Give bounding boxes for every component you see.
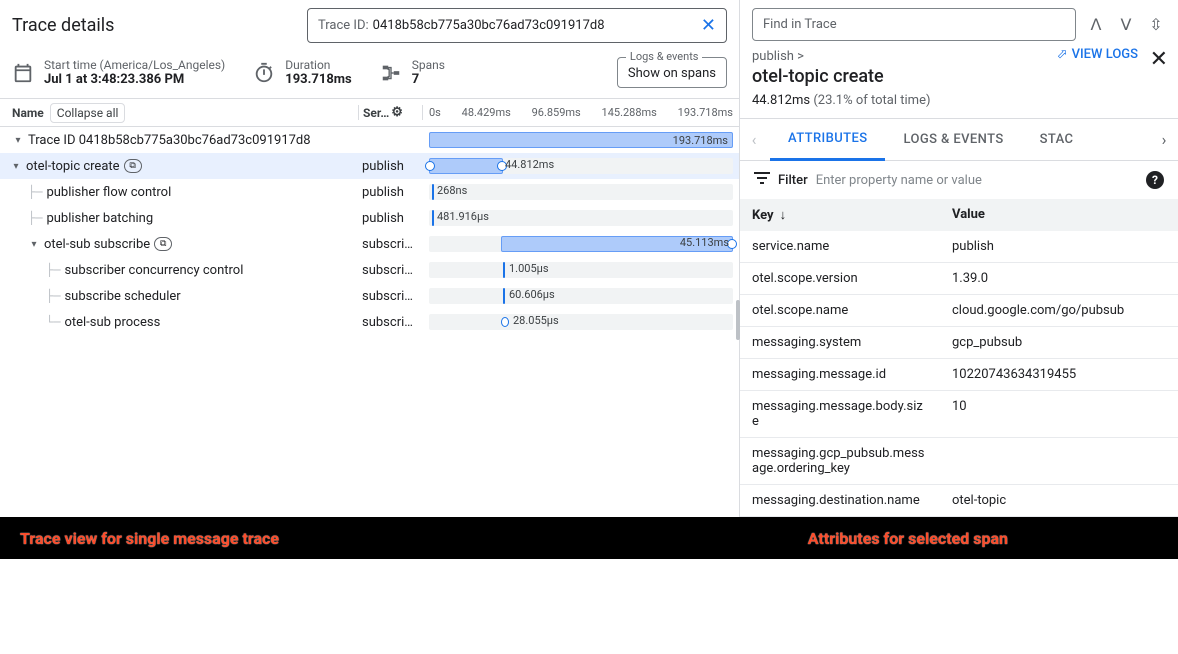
filter-input[interactable]: Enter property name or value [816, 173, 1138, 188]
filter-icon [754, 171, 770, 189]
span-title: otel-topic create [752, 66, 1166, 87]
sort-arrow-icon[interactable]: ↓ [780, 207, 787, 223]
col-name-label: Name [12, 106, 44, 120]
trace-view-panel: Trace details Trace ID: 0418b58cb775a30b… [0, 0, 740, 517]
attr-row[interactable]: messaging.message.body.size10 [740, 391, 1178, 438]
caret-down-icon[interactable]: ▾ [12, 135, 24, 146]
trace-id-input[interactable]: Trace ID: 0418b58cb775a30bc76ad73c091917… [307, 8, 727, 43]
attr-row[interactable]: messaging.destination.nameotel-topic [740, 485, 1178, 517]
span-row-concurrency[interactable]: ├─ subscriber concurrency control subscr… [0, 257, 739, 283]
span-row-batching[interactable]: ├─ publisher batching publish 481.916µs [0, 205, 739, 231]
view-logs-button[interactable]: ⬀ VIEW LOGS [1057, 47, 1138, 62]
caption-left: Trace view for single message trace [20, 529, 279, 548]
tab-scroll-right-icon[interactable]: › [1152, 130, 1176, 149]
filter-label: Filter [778, 173, 808, 188]
gear-icon[interactable]: ⚙ [391, 105, 403, 120]
span-row-process[interactable]: └─ otel-sub process subscri… 28.055µs [0, 309, 739, 335]
collapse-all-button[interactable]: Collapse all [50, 103, 126, 123]
start-time-block: Start time (America/Los_Angeles) Jul 1 a… [12, 58, 225, 87]
logs-events-select[interactable]: Logs & events Show on spans [617, 57, 727, 88]
span-duration: 44.812ms [752, 93, 810, 108]
tab-stack[interactable]: STAC [1022, 120, 1092, 159]
attr-row[interactable]: messaging.gcp_pubsub.message.ordering_ke… [740, 438, 1178, 485]
col-service-label: Ser… [363, 106, 389, 120]
open-new-icon: ⬀ [1057, 47, 1068, 62]
attr-table-body: service.namepublish otel.scope.version1.… [740, 231, 1178, 517]
link-icon: ⧉ [154, 237, 172, 251]
spans-icon [380, 62, 402, 84]
trace-id-label: Trace ID: [318, 18, 369, 33]
clear-icon[interactable]: ✕ [701, 15, 716, 36]
expand-icon[interactable]: ⇳ [1146, 15, 1166, 34]
stopwatch-icon [253, 62, 275, 84]
spans-block: Spans 7 [380, 58, 445, 87]
columns-header: Name Collapse all Ser… ⚙ 0s 48.429ms 96.… [0, 99, 739, 127]
attr-row[interactable]: otel.scope.namecloud.google.com/go/pubsu… [740, 295, 1178, 327]
trace-id-value: 0418b58cb775a30bc76ad73c091917d8 [373, 18, 701, 33]
duration-block: Duration 193.718ms [253, 58, 351, 87]
attr-table-header: Key ↓ Value [740, 199, 1178, 231]
tab-attributes[interactable]: ATTRIBUTES [770, 119, 885, 161]
attr-row[interactable]: otel.scope.version1.39.0 [740, 263, 1178, 295]
span-pct: (23.1% of total time) [813, 93, 930, 108]
span-row-otel-topic-create[interactable]: ▾otel-topic create ⧉ publish 44.812ms [0, 153, 739, 179]
chevron-down-icon[interactable]: ᐯ [1116, 15, 1136, 34]
span-row-flow-control[interactable]: ├─ publisher flow control publish 268ns [0, 179, 739, 205]
help-icon[interactable]: ? [1146, 171, 1164, 189]
find-in-trace-input[interactable]: Find in Trace [752, 8, 1076, 41]
page-title: Trace details [12, 15, 114, 36]
link-icon: ⧉ [124, 159, 142, 173]
chevron-up-icon[interactable]: ᐱ [1086, 15, 1106, 34]
span-row-root[interactable]: ▾Trace ID 0418b58cb775a30bc76ad73c091917… [0, 127, 739, 153]
attr-row[interactable]: service.namepublish [740, 231, 1178, 263]
tab-scroll-left-icon[interactable]: ‹ [742, 130, 766, 149]
span-details-panel: Find in Trace ᐱ ᐯ ⇳ publish > ⬀ VIEW LOG… [740, 0, 1178, 517]
caption-bar: Trace view for single message trace Attr… [0, 517, 1178, 559]
caret-down-icon[interactable]: ▾ [10, 161, 22, 172]
calendar-icon [12, 62, 34, 84]
resize-handle[interactable] [736, 300, 740, 340]
close-icon[interactable]: ✕ [1150, 47, 1168, 72]
caret-down-icon[interactable]: ▾ [28, 239, 40, 250]
caption-right: Attributes for selected span [808, 529, 1008, 548]
span-row-otel-sub-subscribe[interactable]: ▾otel-sub subscribe ⧉ subscri… 45.113ms [0, 231, 739, 257]
attr-row[interactable]: messaging.systemgcp_pubsub [740, 327, 1178, 359]
detail-tabs: ‹ ATTRIBUTES LOGS & EVENTS STAC › [740, 118, 1178, 161]
attr-row[interactable]: messaging.message.id10220743634319455 [740, 359, 1178, 391]
tab-logs-events[interactable]: LOGS & EVENTS [885, 120, 1021, 159]
timeline-ruler: 0s 48.429ms 96.859ms 145.288ms 193.718ms [423, 106, 739, 119]
span-row-scheduler[interactable]: ├─ subscribe scheduler subscri… 60.606µs [0, 283, 739, 309]
